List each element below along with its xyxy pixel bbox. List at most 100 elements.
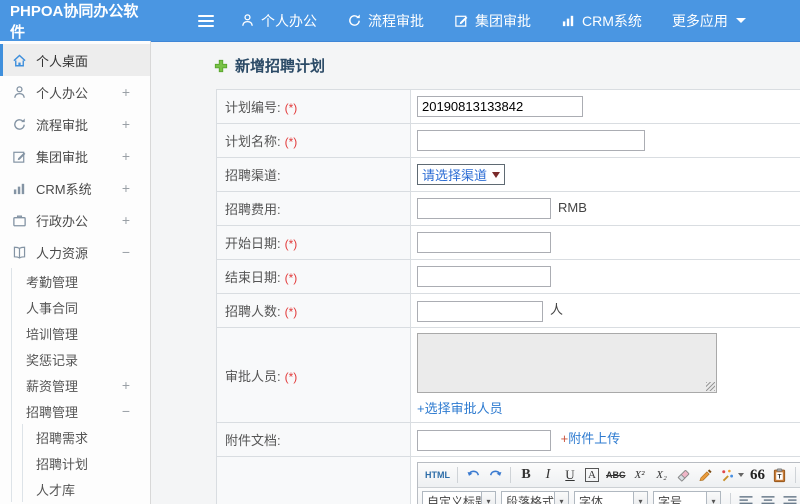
top-nav: 个人办公 流程审批 集团审批 CRM系统 更多应用 <box>240 11 776 31</box>
align-center-icon <box>761 495 775 504</box>
sidebar-item-workflow-approval[interactable]: 流程审批 + <box>0 108 150 140</box>
paragraph-format-select[interactable]: 段落格式 ▾ <box>501 491 569 504</box>
top-header: PHPOA协同办公软件 个人办公 流程审批 集团审批 CRM系统 更多应用 <box>0 0 800 41</box>
sidebar-item-group-approval[interactable]: 集团审批 + <box>0 140 150 172</box>
expand-plus-icon[interactable]: + <box>122 377 130 393</box>
attachment-input[interactable] <box>417 429 551 451</box>
html-source-button[interactable]: HTML <box>423 465 452 485</box>
strikethrough-button[interactable]: ABC <box>604 465 628 485</box>
sidebar-item-label: 行政办公 <box>36 213 89 229</box>
paste-button[interactable]: T <box>770 465 790 485</box>
app-logo: PHPOA协同办公软件 <box>10 2 139 41</box>
sidebar-item-crm-system[interactable]: CRM系统 + <box>0 172 150 204</box>
approvers-textarea[interactable] <box>417 333 717 393</box>
undo-button[interactable] <box>463 465 483 485</box>
font-border-button[interactable]: A <box>582 465 602 485</box>
nav-more-apps[interactable]: 更多应用 <box>672 11 746 31</box>
field-label: 招聘费用: <box>225 202 281 217</box>
expand-plus-icon[interactable]: + <box>122 180 130 196</box>
page-title: 新增招聘计划 <box>214 55 800 76</box>
sidebar-item-admin-office[interactable]: 行政办公 + <box>0 204 150 236</box>
align-left-icon <box>739 495 753 504</box>
redo-icon <box>489 470 501 476</box>
clipboard-icon: T <box>773 467 786 482</box>
nav-group-approval[interactable]: 集团审批 <box>454 11 531 31</box>
required-mark: (*) <box>284 271 298 285</box>
sidebar-item-recruit-mgmt[interactable]: 招聘管理 − <box>12 398 150 424</box>
field-label: 计划编号: <box>225 100 281 115</box>
align-left-button[interactable] <box>736 491 756 504</box>
font-size-select[interactable]: 字号 ▾ <box>653 491 721 504</box>
dropdown-button[interactable]: ▾ <box>634 491 648 504</box>
sidebar-item-personal-desktop[interactable]: 个人桌面 <box>0 44 150 76</box>
dropdown-button[interactable]: ▾ <box>707 491 721 504</box>
bold-button[interactable]: B <box>516 465 536 485</box>
subscript-button[interactable]: X₂ <box>652 465 672 485</box>
headcount-input[interactable] <box>417 300 543 322</box>
collapse-minus-icon[interactable]: − <box>122 403 130 419</box>
sidebar-item-label: 招聘需求 <box>36 430 89 446</box>
table-row: 审批人员: (*) +选择审批人员 <box>216 327 800 423</box>
sidebar-item-recruit-demand[interactable]: 招聘需求 <box>23 424 150 450</box>
page-title-text: 新增招聘计划 <box>235 58 326 75</box>
channel-select[interactable]: 请选择渠道 <box>417 164 506 185</box>
sidebar-item-label: 人才库 <box>36 482 76 498</box>
end-date-input[interactable] <box>417 266 551 287</box>
sidebar-item-attendance-mgmt[interactable]: 考勤管理 <box>12 268 150 294</box>
cost-input[interactable] <box>417 198 551 219</box>
table-row: 附件文档: +附件上传 <box>216 422 800 457</box>
plan-number-input[interactable] <box>417 96 583 117</box>
field-label: 计划名称: <box>225 134 281 149</box>
sidebar-item-label: 考勤管理 <box>26 274 79 290</box>
collapse-minus-icon[interactable]: − <box>122 244 130 260</box>
expand-plus-icon[interactable]: + <box>122 148 130 164</box>
nav-personal-office[interactable]: 个人办公 <box>240 11 317 31</box>
blockquote-button[interactable]: 66 <box>748 465 768 485</box>
select-dropdown-icon <box>492 171 501 178</box>
table-row: 计划名称: (*) <box>216 123 800 158</box>
sidebar-item-hr-contract[interactable]: 人事合同 <box>12 294 150 320</box>
eraser-button[interactable] <box>674 465 694 485</box>
select-approvers-link[interactable]: +选择审批人员 <box>417 398 800 417</box>
superscript-button[interactable]: X² <box>630 465 650 485</box>
dropdown-button[interactable]: ▾ <box>555 491 569 504</box>
font-family-select[interactable]: 字体 ▾ <box>574 491 648 504</box>
sidebar-item-reward-punishment[interactable]: 奖惩记录 <box>12 346 150 372</box>
nav-workflow-approval[interactable]: 流程审批 <box>347 11 424 31</box>
plan-name-input[interactable] <box>417 130 645 151</box>
redo-button[interactable] <box>485 465 505 485</box>
hamburger-menu-icon[interactable] <box>198 12 214 30</box>
expand-plus-icon[interactable]: + <box>122 84 130 100</box>
start-date-input[interactable] <box>417 232 551 253</box>
nav-label: 个人办公 <box>261 12 317 29</box>
sidebar-item-personal-office[interactable]: 个人办公 + <box>0 76 150 108</box>
sidebar-item-salary-mgmt[interactable]: 薪资管理 + <box>12 372 150 398</box>
sidebar-item-recruit-plan[interactable]: 招聘计划 <box>23 450 150 476</box>
sidebar-item-talent-pool[interactable]: 人才库 <box>23 476 150 502</box>
italic-button[interactable]: I <box>538 465 558 485</box>
sidebar-item-label: 招聘管理 <box>26 404 79 420</box>
rich-text-editor: HTML B I U A ABC X² X₂ 66 T 自定义标题 ▾ 段落格式… <box>417 462 800 504</box>
eraser-icon <box>677 469 690 482</box>
attachment-upload-link[interactable]: +附件上传 <box>561 431 621 446</box>
align-center-button[interactable] <box>758 491 778 504</box>
resize-grip-icon[interactable] <box>706 382 715 391</box>
sidebar-item-human-resources[interactable]: 人力资源 − <box>0 236 150 268</box>
dropdown-button[interactable]: ▾ <box>482 491 496 504</box>
custom-title-select[interactable]: 自定义标题 ▾ <box>422 491 496 504</box>
recruit-plan-form: 计划编号:(*) 计划名称:(*) 招聘渠道: 请选择渠道 招聘费用: RMB … <box>216 89 800 504</box>
expand-plus-icon[interactable]: + <box>122 116 130 132</box>
auto-format-button[interactable] <box>718 465 746 485</box>
sidebar-item-label: 流程审批 <box>36 117 89 133</box>
expand-plus-icon[interactable]: + <box>122 212 130 228</box>
chevron-down-icon <box>735 18 746 23</box>
paint-sparkle-icon <box>721 469 733 481</box>
sidebar-item-training-mgmt[interactable]: 培训管理 <box>12 320 150 346</box>
format-painter-button[interactable] <box>696 465 716 485</box>
main-content: 新增招聘计划 计划编号:(*) 计划名称:(*) 招聘渠道: 请选择渠道 招聘费… <box>151 41 800 504</box>
sidebar-item-label: 个人办公 <box>36 85 89 101</box>
align-right-button[interactable] <box>780 491 800 504</box>
nav-crm-system[interactable]: CRM系统 <box>561 11 642 31</box>
editor-toolbar-row1: HTML B I U A ABC X² X₂ 66 T <box>418 463 800 488</box>
underline-button[interactable]: U <box>560 465 580 485</box>
